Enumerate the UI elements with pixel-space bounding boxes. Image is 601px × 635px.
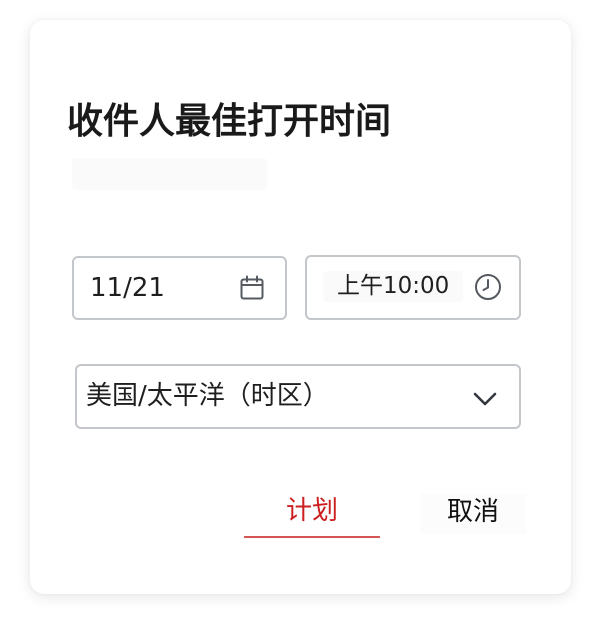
time-value: 上午10:00 bbox=[323, 271, 464, 302]
date-picker-field[interactable]: 11/21 bbox=[72, 256, 287, 320]
subtitle-placeholder bbox=[72, 158, 267, 190]
timezone-value: 美国/太平洋（时区） bbox=[86, 381, 329, 411]
cancel-button[interactable]: 取消 bbox=[420, 494, 526, 534]
timezone-select[interactable]: 美国/太平洋（时区） bbox=[75, 364, 521, 429]
dialog-title: 收件人最佳打开时间 bbox=[67, 101, 392, 142]
date-value: 11/21 bbox=[90, 273, 165, 303]
clock-icon[interactable] bbox=[474, 273, 502, 301]
calendar-icon[interactable] bbox=[239, 275, 265, 301]
time-picker-field[interactable]: 上午10:00 bbox=[305, 255, 521, 320]
schedule-button[interactable]: 计划 bbox=[244, 494, 380, 538]
chevron-down-icon[interactable] bbox=[472, 386, 498, 412]
